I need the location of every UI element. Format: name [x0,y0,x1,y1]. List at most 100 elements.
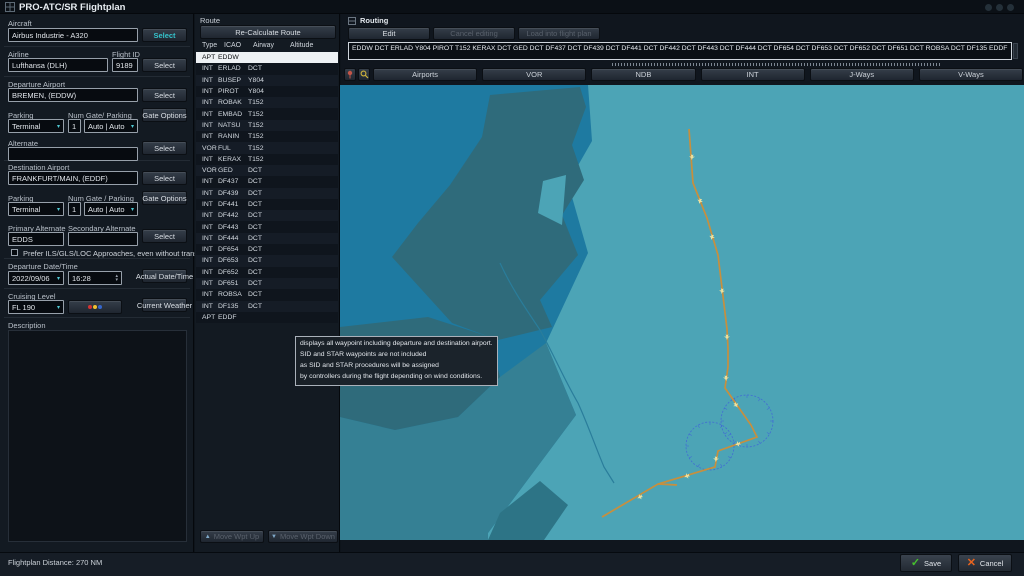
minimize-button[interactable] [985,4,992,11]
alternates-select-button[interactable]: Select [142,229,187,243]
parking2-dropdown[interactable]: Terminal▾ [8,202,64,216]
departure-select-button[interactable]: Select [142,88,187,102]
aircraft-select-button[interactable]: Select [142,28,187,42]
cell: PIROT [218,88,248,95]
weather-icon [88,305,102,309]
cancel-button[interactable]: ✕Cancel [958,554,1012,572]
table-row[interactable]: INTDF653DCT [196,255,338,266]
cell: ERLAD [218,65,248,72]
tab-j-ways[interactable]: J-Ways [810,68,914,81]
pin-tool-button[interactable] [344,68,356,81]
check-icon: ✓ [911,558,920,568]
table-row[interactable]: INTDF441DCT [196,199,338,210]
cruising-level-dropdown[interactable]: FL 190▾ [8,300,64,314]
departure-time-spinner[interactable]: 16:28▴▾ [68,271,122,285]
zoom-tool-button[interactable] [358,68,370,81]
maximize-button[interactable] [996,4,1003,11]
table-row[interactable]: INTRANINT152 [196,131,338,142]
table-row[interactable]: APTEDDF [196,312,338,323]
pin-icon [346,70,354,79]
tab-int[interactable]: INT [701,68,805,81]
alternate-field[interactable] [8,147,138,161]
cell: DF439 [218,190,248,197]
route-string-field[interactable]: EDDW DCT ERLAD Y804 PIROT T152 KERAX DCT… [348,42,1012,60]
move-wpt-up-button[interactable]: ▲Move Wpt Up [200,530,264,543]
col-type: Type [202,42,217,49]
weather-button[interactable] [68,300,122,314]
tab-ndb[interactable]: NDB [591,68,695,81]
chevron-down-icon: ▾ [57,123,60,130]
tab-airports[interactable]: Airports [373,68,477,81]
table-row[interactable]: INTNATSUT152 [196,120,338,131]
table-row[interactable]: INTDF444DCT [196,233,338,244]
load-into-flightplan-button[interactable]: Load into flight plan [518,27,600,40]
spinner-arrows-icon[interactable]: ▴▾ [115,274,118,282]
alternate-select-button[interactable]: Select [142,141,187,155]
route-waypoint-list[interactable]: APTEDDWINTERLADDCTINTBUSEPY804INTPIROTY8… [196,52,338,325]
save-label: Save [924,559,941,568]
close-button[interactable] [1007,4,1014,11]
aircraft-field[interactable] [8,28,138,42]
table-row[interactable]: INTERLADDCT [196,63,338,74]
destination-select-button[interactable]: Select [142,171,187,185]
table-row[interactable]: INTDF443DCT [196,221,338,232]
gate-options-button[interactable]: Gate Options [142,108,187,122]
table-row[interactable]: INTDF652DCT [196,267,338,278]
table-row[interactable]: INTDF437DCT [196,176,338,187]
gate-parking2-dropdown[interactable]: Auto | Auto▾ [84,202,138,216]
table-row[interactable]: INTKERAXT152 [196,154,338,165]
actual-datetime-button[interactable]: Actual Date/Time [142,269,187,283]
description-textarea[interactable] [8,330,187,542]
recalculate-route-button[interactable]: Re-Calculate Route [200,25,336,39]
table-row[interactable]: INTDF654DCT [196,244,338,255]
move-up-label: Move Wpt Up [214,532,259,541]
cell: BUSEP [218,77,248,84]
destination-airport-field[interactable] [8,171,138,185]
num2-field[interactable] [68,202,81,216]
num-field[interactable] [68,119,81,133]
table-row[interactable]: APTEDDW [196,52,338,63]
table-row[interactable]: VORGEDDCT [196,165,338,176]
departure-airport-field[interactable] [8,88,138,102]
table-row[interactable]: VORFULT152 [196,142,338,153]
cell: DF437 [218,178,248,185]
horizontal-scrollbar[interactable] [612,63,942,66]
cell: T152 [248,145,285,152]
primary-alternate-field[interactable] [8,232,64,246]
flight-id-field[interactable] [112,58,138,72]
cell: DCT [248,303,285,310]
cell: DCT [248,167,285,174]
cell: INT [196,65,218,72]
gate-options2-button[interactable]: Gate Options [142,191,187,205]
move-wpt-down-button[interactable]: ▼Move Wpt Down [268,530,338,543]
parking-dropdown[interactable]: Terminal▾ [8,119,64,133]
current-weather-button[interactable]: Current Weather [142,298,187,312]
cancel-editing-button[interactable]: Cancel editing [433,27,515,40]
table-row[interactable]: INTROBAKT152 [196,97,338,108]
table-row[interactable]: INTROBSADCT [196,289,338,300]
table-row[interactable]: INTDF442DCT [196,210,338,221]
route-string-scrollbar[interactable] [1013,43,1018,59]
table-row[interactable]: INTDF439DCT [196,188,338,199]
table-row[interactable]: INTDF651DCT [196,278,338,289]
save-button[interactable]: ✓ Save [900,554,952,572]
gate-parking-dropdown[interactable]: Auto | Auto▾ [84,119,138,133]
cell: DF441 [218,201,248,208]
table-row[interactable]: INTDF135DCT [196,301,338,312]
airline-select-button[interactable]: Select [142,58,187,72]
cell: EMBAD [218,111,248,118]
airline-field[interactable] [8,58,108,72]
ils-approaches-checkbox[interactable] [11,249,18,256]
table-row[interactable]: INTPIROTY804 [196,86,338,97]
edit-button[interactable]: Edit [348,27,430,40]
table-row[interactable]: INTBUSEPY804 [196,75,338,86]
departure-date-dropdown[interactable]: 2022/09/06▾ [8,271,64,285]
secondary-alternate-field[interactable] [68,232,138,246]
cell: INT [196,201,218,208]
route-map[interactable] [340,85,1024,540]
tab-v-ways[interactable]: V-Ways [919,68,1023,81]
table-row[interactable]: INTEMBADT152 [196,108,338,119]
tab-vor[interactable]: VOR [482,68,586,81]
waypoints-tooltip: displays all waypoint including departur… [295,336,498,386]
cell: INT [196,246,218,253]
